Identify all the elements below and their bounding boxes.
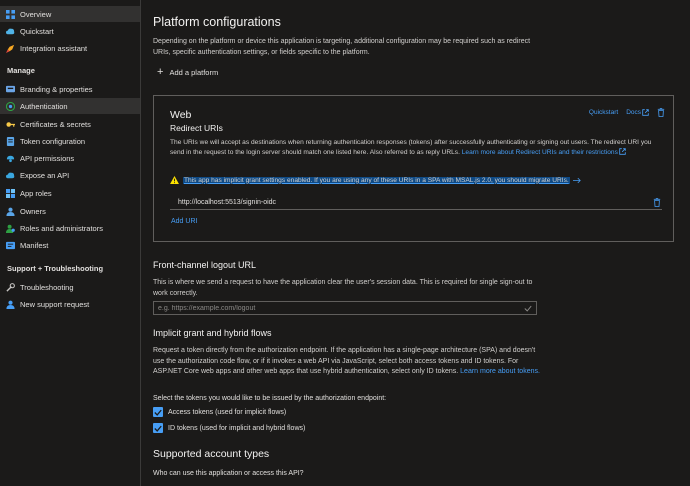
card-actions: Quickstart Docs — [589, 108, 665, 117]
id-tokens-label: ID tokens (used for implicit and hybrid … — [168, 424, 306, 432]
app-roles-icon — [6, 188, 15, 198]
account-types-question: Who can use this application or access t… — [153, 470, 304, 477]
add-platform-button[interactable]: + Add a platform — [153, 66, 218, 78]
sidebar-item-label: Token configuration — [20, 136, 86, 146]
quickstart-link[interactable]: Quickstart — [589, 109, 618, 116]
redirect-uris-title: Redirect URIs — [170, 123, 223, 133]
sidebar-item-label: Overview — [20, 9, 52, 19]
support-icon — [6, 300, 15, 309]
sidebar-item-token-configuration[interactable]: Token configuration — [0, 133, 140, 149]
manifest-icon — [6, 241, 15, 250]
delete-uri-icon[interactable] — [653, 197, 661, 207]
token-icon — [6, 136, 15, 146]
sidebar-item-label: API permissions — [20, 153, 75, 163]
api-permissions-icon — [6, 154, 15, 163]
manage-heading: Manage — [7, 66, 35, 75]
sidebar-item-label: Branding & properties — [20, 84, 93, 94]
warning-text: This app has implicit grant settings ena… — [183, 176, 570, 184]
owners-icon — [6, 207, 15, 216]
access-tokens-label: Access tokens (used for implicit flows) — [168, 408, 287, 416]
sidebar-item-owners[interactable]: Owners — [0, 203, 140, 219]
sidebar-item-overview[interactable]: Overview — [0, 6, 140, 22]
rocket-icon — [6, 44, 15, 53]
redirect-uri-row: http://localhost:5513/signin-oidc — [170, 195, 662, 210]
docs-label: Docs — [626, 109, 641, 116]
sidebar-item-label: Expose an API — [20, 170, 70, 180]
platform-title: Platform configurations — [153, 15, 281, 29]
roles-icon — [6, 224, 15, 233]
implicit-description: Request a token directly from the author… — [153, 346, 543, 378]
access-tokens-checkbox[interactable]: Access tokens (used for implicit flows) — [153, 407, 286, 417]
arrow-right-icon — [572, 177, 581, 183]
grid-icon — [6, 9, 15, 19]
sidebar-item-label: Owners — [20, 206, 46, 216]
add-uri-link[interactable]: Add URI — [171, 218, 197, 225]
implicit-grant-warning[interactable]: This app has implicit grant settings ena… — [170, 176, 581, 184]
add-platform-label: Add a platform — [169, 67, 219, 77]
sidebar-item-app-roles[interactable]: App roles — [0, 185, 140, 201]
checkbox-checked-icon — [153, 407, 163, 417]
sidebar-item-quickstart[interactable]: Quickstart — [0, 23, 140, 39]
sidebar-item-api-permissions[interactable]: API permissions — [0, 150, 140, 166]
key-icon — [6, 120, 15, 129]
sidebar-item-label: Quickstart — [20, 26, 54, 36]
learn-more-redirect-link[interactable]: Learn more about Redirect URIs and their… — [462, 149, 618, 156]
cloud-api-icon — [6, 171, 15, 180]
main-content: Platform configurations Depending on the… — [141, 0, 690, 486]
sidebar-item-new-support-request[interactable]: New support request — [0, 296, 140, 312]
sidebar: Overview Quickstart Integration assistan… — [0, 0, 141, 486]
redirect-uri-value[interactable]: http://localhost:5513/signin-oidc — [170, 199, 276, 206]
sidebar-item-roles-administrators[interactable]: Roles and administrators — [0, 220, 140, 236]
sidebar-item-label: Roles and administrators — [20, 223, 103, 233]
tokens-select-label: Select the tokens you would like to be i… — [153, 395, 387, 402]
logout-description: This is where we send a request to have … — [153, 279, 533, 297]
sidebar-item-label: Authentication — [20, 101, 68, 111]
external-link-icon — [642, 109, 649, 116]
sidebar-item-troubleshooting[interactable]: Troubleshooting — [0, 279, 140, 295]
sidebar-item-label: Troubleshooting — [20, 282, 74, 292]
cloud-icon — [6, 27, 15, 36]
sidebar-item-label: App roles — [20, 188, 52, 198]
authentication-icon — [6, 101, 15, 111]
sidebar-item-authentication[interactable]: Authentication — [0, 98, 140, 114]
sidebar-item-label: Certificates & secrets — [20, 119, 91, 129]
checkmark-icon — [524, 305, 532, 312]
logout-url-input[interactable] — [158, 304, 518, 312]
external-link-icon — [619, 147, 626, 155]
learn-more-tokens-link[interactable]: Learn more about tokens. — [460, 368, 540, 375]
id-tokens-checkbox[interactable]: ID tokens (used for implicit and hybrid … — [153, 423, 305, 433]
docs-link[interactable]: Docs — [626, 109, 649, 116]
account-types-title: Supported account types — [153, 448, 270, 460]
checkbox-checked-icon — [153, 423, 163, 433]
sidebar-item-branding[interactable]: Branding & properties — [0, 81, 140, 97]
branding-icon — [6, 85, 15, 94]
wrench-icon — [6, 282, 15, 292]
delete-platform-icon[interactable] — [657, 108, 665, 117]
implicit-title: Implicit grant and hybrid flows — [153, 328, 272, 338]
logout-title: Front-channel logout URL — [153, 260, 257, 270]
warning-icon — [170, 176, 179, 184]
platform-description: Depending on the platform or device this… — [153, 38, 531, 56]
sidebar-item-label: New support request — [20, 299, 90, 309]
sidebar-item-manifest[interactable]: Manifest — [0, 237, 140, 253]
sidebar-item-integration-assistant[interactable]: Integration assistant — [0, 40, 140, 56]
sidebar-item-certificates[interactable]: Certificates & secrets — [0, 116, 140, 132]
plus-icon: + — [157, 66, 164, 78]
sidebar-item-expose-api[interactable]: Expose an API — [0, 167, 140, 183]
redirect-uris-description: The URIs we will accept as destinations … — [170, 138, 660, 157]
web-platform-card: Web Redirect URIs Quickstart Docs The UR… — [153, 95, 674, 242]
support-heading: Support + Troubleshooting — [7, 264, 104, 273]
sidebar-item-label: Integration assistant — [20, 43, 88, 53]
logout-url-field[interactable] — [153, 301, 537, 315]
web-card-title: Web — [170, 109, 192, 121]
sidebar-item-label: Manifest — [20, 240, 49, 250]
